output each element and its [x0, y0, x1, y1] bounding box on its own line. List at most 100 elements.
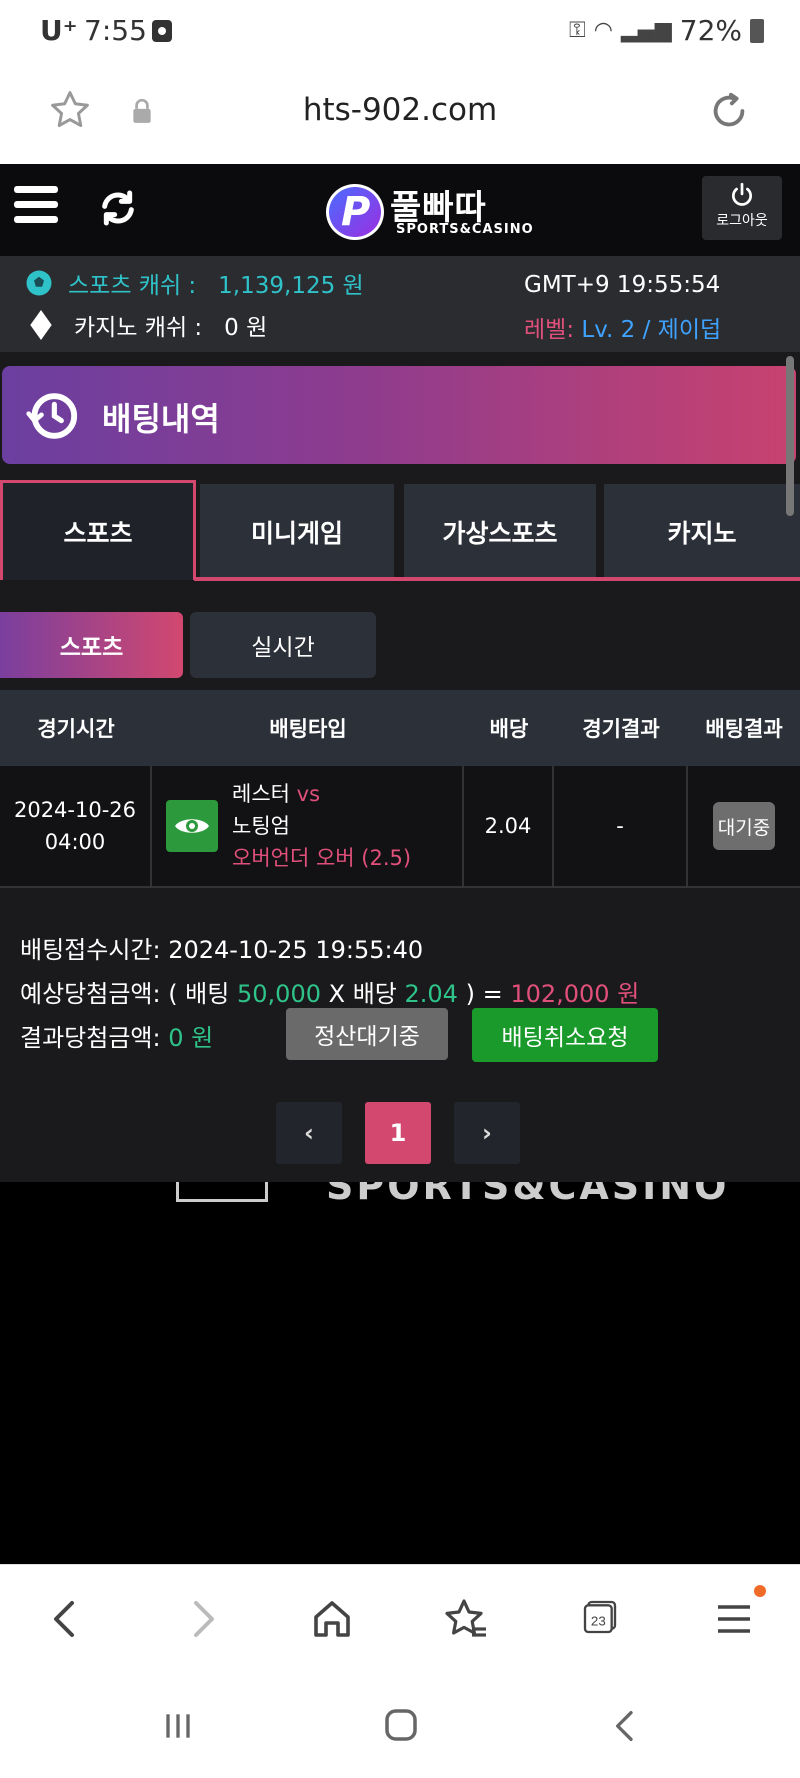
level-label: 레벨: — [524, 317, 575, 343]
match-date: 2024-10-26 — [13, 798, 137, 822]
page-1-button[interactable]: 1 — [365, 1102, 431, 1164]
footer-logo-partial: SPORTS&CASINO — [0, 1182, 800, 1206]
bookmarks-star-icon[interactable] — [442, 1595, 490, 1643]
footer-logo-box — [176, 1182, 268, 1202]
history-clock-icon — [26, 393, 78, 439]
header-match-time: 경기시간 — [37, 717, 115, 741]
header-bet-type: 배팅타입 — [269, 717, 347, 741]
cancel-bet-button[interactable]: 배팅취소요청 — [472, 1008, 658, 1062]
bet-type-cell: 레스터 vs 노팅엄 오버언더 오버 (2.5) — [152, 766, 464, 886]
result-win-value: 0 원 — [168, 1024, 214, 1052]
tab-virtual-sports[interactable]: 가상스포츠 — [404, 484, 596, 580]
equals-label: ) = — [465, 980, 503, 1008]
browser-bottom-nav: 23 — [0, 1564, 800, 1670]
subtab-sports[interactable]: 스포츠 — [0, 612, 183, 678]
tab-underline — [194, 577, 800, 581]
hamburger-menu-icon[interactable] — [14, 186, 58, 230]
received-time-label: 배팅접수시간: — [20, 936, 161, 964]
status-bar: U⁺ 7:55 ⚿ ◠ ▂▄▆ 72% — [0, 0, 800, 62]
signal-icon: ▂▄▆ — [621, 18, 672, 43]
sports-cash-label: 스포츠 캐쉬 : — [68, 273, 197, 299]
home-button-icon[interactable] — [380, 1704, 422, 1746]
header-bet-result: 배팅결과 — [705, 717, 783, 741]
page-title-banner: 배팅내역 — [2, 366, 796, 464]
status-badge: 대기중 — [713, 802, 775, 850]
logo-p-icon — [326, 184, 384, 240]
site-header: 풀빠따 SPORTS&CASINO 로그아웃 — [0, 164, 800, 256]
key-icon: ⚿ — [569, 18, 586, 43]
table-header: 경기시간 배팅타입 배당 경기결과 배팅결과 — [0, 690, 800, 766]
table-row: 2024-10-26 04:00 레스터 vs 노팅엄 오버언더 오버 (2.5… — [0, 766, 800, 888]
recent-apps-icon[interactable] — [158, 1706, 198, 1746]
received-time-line: 배팅접수시간: 2024-10-25 19:55:40 — [20, 930, 423, 965]
casino-cash-label: 카지노 캐쉬 : — [74, 315, 203, 341]
logo-subtitle: SPORTS&CASINO — [396, 222, 534, 237]
soccer-ball-icon — [26, 270, 52, 296]
wifi-icon: ◠ — [593, 18, 613, 43]
status-icons: ⚿ ◠ ▂▄▆ 72% — [569, 14, 764, 47]
tab-sports[interactable]: 스포츠 — [0, 480, 196, 580]
home-icon[interactable] — [308, 1595, 356, 1643]
forward-icon[interactable] — [178, 1595, 226, 1643]
away-team: 노팅엄 — [232, 814, 290, 838]
power-icon — [732, 182, 752, 206]
bet-amount: 50,000 — [237, 980, 321, 1008]
diamond-icon — [30, 310, 52, 340]
battery-icon — [750, 18, 764, 43]
next-page-button[interactable]: › — [454, 1102, 520, 1164]
footer-logo-text: SPORTS&CASINO — [326, 1182, 730, 1206]
notification-dot — [754, 1585, 766, 1597]
header-match-result: 경기결과 — [582, 717, 660, 741]
server-time: GMT+9 19:55:54 — [524, 272, 721, 298]
sports-cash-row: 스포츠 캐쉬 : 1,139,125 원 — [24, 266, 364, 300]
tab-casino[interactable]: 카지노 — [604, 484, 800, 580]
match-time: 04:00 — [44, 830, 106, 854]
subtab-live[interactable]: 실시간 — [190, 612, 376, 678]
site-logo[interactable]: 풀빠따 SPORTS&CASINO — [326, 178, 533, 244]
user-level: 레벨: Lv. 2 / 제이덥 — [524, 310, 721, 344]
sports-cash-value: 1,139,125 원 — [218, 273, 364, 299]
expected-win-line: 예상당첨금액: ( 배팅 50,000 X 배당 2.04 ) = 102,00… — [20, 974, 639, 1009]
x-odds-label: X 배당 — [328, 980, 397, 1008]
casino-cash-row: 카지노 캐쉬 : 0 원 — [26, 308, 267, 342]
received-time-value: 2024-10-25 19:55:40 — [168, 936, 424, 964]
settle-pending-button[interactable]: 정산대기중 — [286, 1008, 448, 1060]
bet-history-panel: 배팅내역 스포츠 미니게임 가상스포츠 카지노 스포츠 실시간 경기시간 배팅타… — [0, 352, 800, 1182]
summary-odds: 2.04 — [404, 980, 458, 1008]
menu-icon[interactable] — [710, 1595, 758, 1643]
reload-icon[interactable] — [706, 88, 752, 134]
address-bar-url[interactable]: hts-902.com — [0, 92, 800, 128]
browser-toolbar: hts-902.com — [0, 62, 800, 164]
result-win-line: 결과당첨금액: 0 원 — [20, 1018, 213, 1053]
carrier-label: U⁺ — [40, 14, 78, 47]
level-value: Lv. 2 / 제이덥 — [581, 317, 722, 343]
odds-cell: 2.04 — [464, 766, 554, 886]
expected-label: 예상당첨금액: ( 배팅 — [20, 980, 230, 1008]
prev-page-button[interactable]: ‹ — [276, 1102, 342, 1164]
back-icon[interactable] — [42, 1595, 90, 1643]
match-time-cell: 2024-10-26 04:00 — [0, 766, 152, 886]
expected-win-amount: 102,000 원 — [510, 980, 640, 1008]
bet-market: 오버언더 오버 (2.5) — [232, 846, 412, 870]
battery-percent: 72% — [679, 14, 742, 47]
eye-icon[interactable] — [166, 800, 218, 852]
tab-minigame[interactable]: 미니게임 — [200, 484, 394, 580]
logout-button[interactable]: 로그아웃 — [702, 176, 782, 240]
clock: 7:55 — [84, 14, 147, 47]
home-team: 레스터 — [232, 782, 290, 806]
casino-cash-value: 0 원 — [224, 315, 268, 341]
system-back-icon[interactable] — [606, 1706, 646, 1746]
refresh-icon[interactable] — [98, 188, 138, 228]
media-icon — [152, 20, 172, 42]
page-title: 배팅내역 — [102, 400, 220, 438]
tabs-icon[interactable]: 23 — [580, 1597, 620, 1637]
account-info-bar: 스포츠 캐쉬 : 1,139,125 원 카지노 캐쉬 : 0 원 GMT+9 … — [0, 256, 800, 352]
category-tabs: 스포츠 미니게임 가상스포츠 카지노 — [0, 480, 800, 584]
match-result-cell: - — [554, 766, 688, 886]
bet-type-text: 레스터 vs 노팅엄 오버언더 오버 (2.5) — [232, 778, 411, 874]
scrollbar[interactable] — [786, 356, 794, 516]
system-navigation-bar — [0, 1670, 800, 1778]
bet-result-cell: 대기중 — [688, 766, 800, 886]
header-odds: 배당 — [489, 717, 529, 741]
result-win-label: 결과당첨금액: — [20, 1024, 161, 1052]
